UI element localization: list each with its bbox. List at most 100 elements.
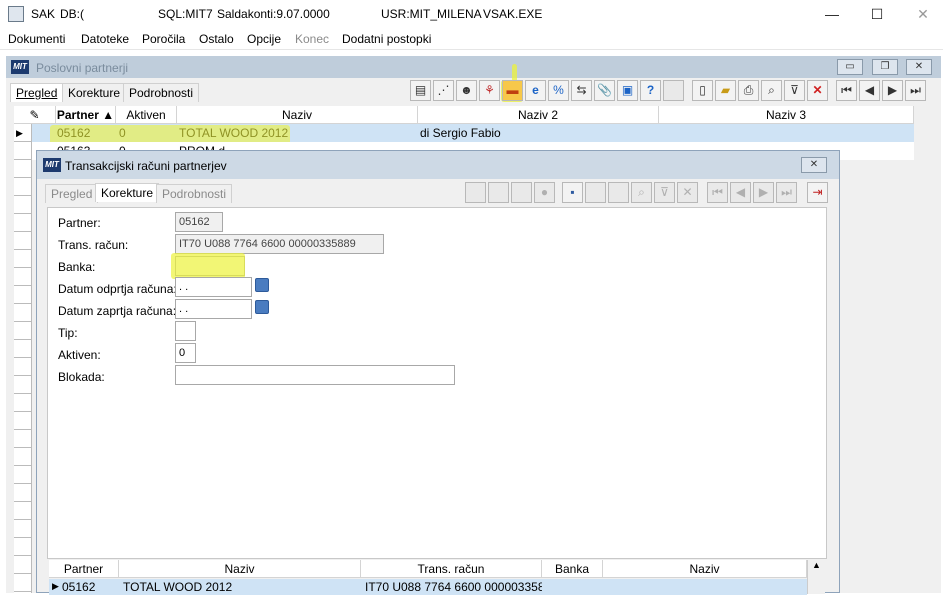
- help-icon[interactable]: ?: [640, 80, 661, 101]
- partner-restore-button[interactable]: ❐: [872, 59, 898, 75]
- col-partner[interactable]: Partner: [49, 560, 119, 578]
- open-folder-icon[interactable]: ▰: [715, 80, 736, 101]
- col-banka[interactable]: Banka: [542, 560, 603, 578]
- first-record-icon[interactable]: ⏮: [836, 80, 857, 101]
- save-icon[interactable]: ▪: [562, 182, 583, 203]
- print-icon[interactable]: ⎙: [738, 80, 759, 101]
- app-titlebar: SAK DB:( SQL:MIT7 Saldakonti:9.07.0000 U…: [0, 0, 943, 28]
- transfer-icon[interactable]: ⇆: [571, 80, 592, 101]
- grid-scroll-up-icon[interactable]: ▲: [807, 560, 825, 594]
- disabled-new-icon[interactable]: [465, 182, 486, 203]
- disabled-filter-icon[interactable]: ⊽: [654, 182, 675, 203]
- label-blokada: Blokada:: [58, 370, 105, 384]
- dialog-grid-header: Partner Naziv Trans. račun Banka Naziv: [49, 560, 807, 578]
- disabled-open-icon[interactable]: [585, 182, 606, 203]
- disabled-print-icon[interactable]: [608, 182, 629, 203]
- col-naziv-banke[interactable]: Naziv: [603, 560, 807, 578]
- menu-konec[interactable]: Konec: [295, 32, 329, 46]
- minimize-button[interactable]: —: [817, 4, 847, 24]
- menu-datoteke[interactable]: Datoteke: [81, 32, 129, 46]
- menu-dodatni-postopki[interactable]: Dodatni postopki: [342, 32, 431, 46]
- tip-field[interactable]: [175, 321, 196, 341]
- partner-field[interactable]: 05162: [175, 212, 223, 232]
- attach-icon[interactable]: 📎: [594, 80, 615, 101]
- tab-podrobnosti[interactable]: Podrobnosti: [123, 83, 200, 102]
- aktiven-field[interactable]: 0: [175, 343, 196, 363]
- cell-naziv: TOTAL WOOD 2012: [123, 580, 233, 594]
- tree-icon[interactable]: ⚘: [479, 80, 500, 101]
- mit-logo-icon: MIT: [11, 60, 29, 74]
- last-record-icon[interactable]: ⏭: [905, 80, 926, 101]
- col-aktiven[interactable]: Aktiven: [116, 106, 177, 124]
- cell-naziv2: di Sergio Fabio: [420, 126, 501, 140]
- tab-pregled[interactable]: Pregled: [10, 83, 64, 102]
- datum-zaprtja-field[interactable]: . .: [175, 299, 252, 319]
- menu-bar: Dokumenti Datoteke Poročila Ostalo Opcij…: [0, 28, 943, 50]
- browser-icon[interactable]: e: [525, 80, 546, 101]
- col-naziv2[interactable]: Naziv 2: [418, 106, 659, 124]
- partner-window-titlebar: MIT Poslovni partnerji ▭ ❐ ✕: [6, 56, 941, 78]
- disabled-first-icon[interactable]: ⏮: [707, 182, 728, 203]
- tab-korekture[interactable]: Korekture: [62, 83, 127, 102]
- current-row-pointer-icon: ▶: [16, 128, 23, 138]
- trans-racun-field[interactable]: IT70 U088 7764 6600 00000335889: [175, 234, 384, 254]
- disabled-prev-icon[interactable]: ◀: [730, 182, 751, 203]
- prev-record-icon[interactable]: ◀: [859, 80, 880, 101]
- disabled-circle-icon[interactable]: ●: [534, 182, 555, 203]
- menu-porocila[interactable]: Poročila: [142, 32, 185, 46]
- list-icon[interactable]: ▤: [410, 80, 431, 101]
- cell-partner: 05162: [62, 580, 96, 594]
- maximize-button[interactable]: ☐: [862, 4, 892, 24]
- partner-close-button[interactable]: ✕: [906, 59, 932, 75]
- menu-ostalo[interactable]: Ostalo: [199, 32, 234, 46]
- disabled-copy-icon[interactable]: [511, 182, 532, 203]
- percent-icon[interactable]: %: [548, 80, 569, 101]
- col-partner[interactable]: Partner ▲: [56, 106, 116, 124]
- search-icon[interactable]: ⌕: [761, 80, 782, 101]
- col-naziv[interactable]: Naziv: [119, 560, 361, 578]
- label-tip: Tip:: [58, 326, 78, 340]
- dialog-close-button[interactable]: ✕: [801, 157, 827, 173]
- chart-icon[interactable]: ⋰: [433, 80, 454, 101]
- partner-grid-header: ✎ Partner ▲ Aktiven Naziv Naziv 2 Naziv …: [14, 106, 914, 124]
- disabled-search-icon[interactable]: ⌕: [631, 182, 652, 203]
- cancel-icon[interactable]: ✕: [807, 80, 828, 101]
- app-icon: [8, 6, 24, 22]
- partner-minimize-button[interactable]: ▭: [837, 59, 863, 75]
- cell-trans-racun: IT70 U088 7764 6600 00000335889: [365, 580, 542, 594]
- col-naziv3[interactable]: Naziv 3: [659, 106, 914, 124]
- label-aktiven: Aktiven:: [58, 348, 101, 362]
- menu-opcije[interactable]: Opcije: [247, 32, 281, 46]
- exit-icon[interactable]: ⇥: [807, 182, 828, 203]
- menu-dokumenti[interactable]: Dokumenti: [8, 32, 65, 46]
- calendar-icon[interactable]: [255, 300, 269, 314]
- disabled-last-icon[interactable]: ⏭: [776, 182, 797, 203]
- datum-odprtja-field[interactable]: . .: [175, 277, 252, 297]
- next-record-icon[interactable]: ▶: [882, 80, 903, 101]
- disabled-edit-icon[interactable]: [488, 182, 509, 203]
- calendar-icon[interactable]: [255, 278, 269, 292]
- dialog-tab-korekture[interactable]: Korekture: [95, 183, 160, 202]
- close-button[interactable]: ✕: [908, 4, 938, 24]
- attach-column-icon: ✎: [14, 106, 56, 124]
- dialog-tab-pregled[interactable]: Pregled: [45, 184, 99, 203]
- app-name: SAK: [31, 7, 56, 21]
- mit-logo-icon: MIT: [43, 158, 61, 172]
- card-icon[interactable]: ▬: [502, 80, 523, 101]
- window-icon[interactable]: ▣: [617, 80, 638, 101]
- label-datum-zaprtja: Datum zaprtja računa:: [58, 304, 177, 318]
- users-icon[interactable]: ☻: [456, 80, 477, 101]
- blokada-field[interactable]: [175, 365, 455, 385]
- db-label: DB:(: [60, 7, 84, 21]
- disabled-cancel-icon[interactable]: ✕: [677, 182, 698, 203]
- disabled-next-icon[interactable]: ▶: [753, 182, 774, 203]
- filter-icon[interactable]: ⊽: [784, 80, 805, 101]
- banka-highlight-mark: [171, 253, 245, 279]
- blank-icon[interactable]: [663, 80, 684, 101]
- new-document-icon[interactable]: ▯: [692, 80, 713, 101]
- col-trans-racun[interactable]: Trans. račun: [361, 560, 542, 578]
- col-naziv[interactable]: Naziv: [177, 106, 418, 124]
- dialog-tab-podrobnosti[interactable]: Podrobnosti: [156, 184, 233, 203]
- trans-accounts-dialog: MIT Transakcijski računi partnerjev ✕ Pr…: [36, 150, 840, 595]
- sql-label: SQL:MIT7: [158, 7, 213, 21]
